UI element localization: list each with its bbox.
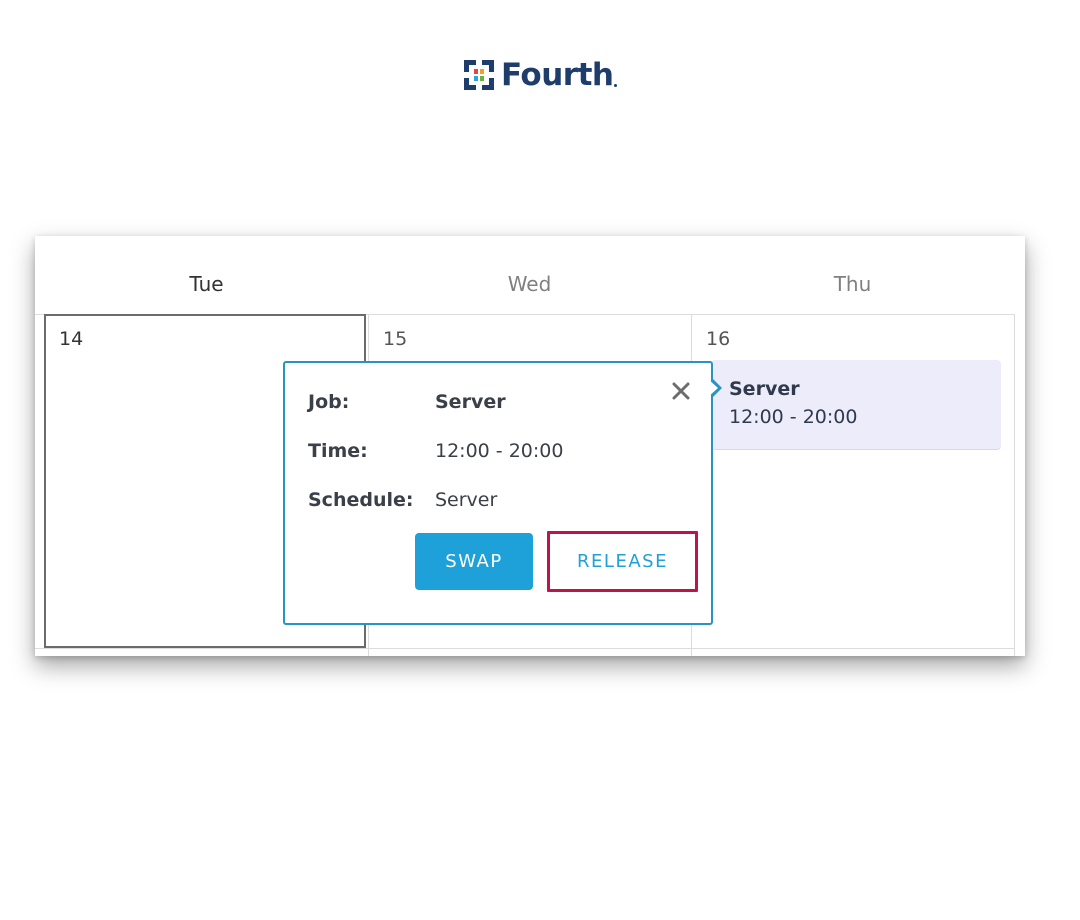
schedule-value: Server: [435, 489, 498, 511]
logo-wordmark: Fourth: [501, 57, 614, 93]
release-button[interactable]: RELEASE: [547, 531, 698, 592]
shift-title: Server: [729, 378, 800, 400]
schedule-label: Schedule:: [308, 489, 414, 511]
day-header-tue: Tue: [189, 272, 224, 296]
shift-time: 12:00 - 20:00: [729, 406, 858, 428]
job-value: Server: [435, 391, 506, 413]
swap-button[interactable]: SWAP: [415, 533, 533, 590]
shift-block-server[interactable]: Server 12:00 - 20:00: [711, 360, 1001, 450]
day-header-wed: Wed: [507, 272, 552, 296]
grid-line: [1014, 314, 1015, 656]
shift-details-popover: Job: Server Time: 12:00 - 20:00 Schedule…: [283, 361, 722, 625]
date-number-16: 16: [706, 328, 731, 350]
time-value: 12:00 - 20:00: [435, 440, 564, 462]
logo-trademark-dot: [614, 83, 618, 87]
date-number-15: 15: [383, 328, 408, 350]
close-icon[interactable]: [669, 379, 693, 403]
fourth-logo: Fourth: [461, 56, 618, 94]
time-label: Time:: [308, 440, 368, 462]
date-number-14: 14: [59, 328, 84, 350]
grid-line: [35, 648, 1015, 649]
fourth-logo-mark-icon: [464, 60, 494, 90]
day-header-thu: Thu: [833, 272, 872, 296]
job-label: Job:: [308, 391, 350, 413]
popover-arrow-fill: [708, 379, 718, 397]
